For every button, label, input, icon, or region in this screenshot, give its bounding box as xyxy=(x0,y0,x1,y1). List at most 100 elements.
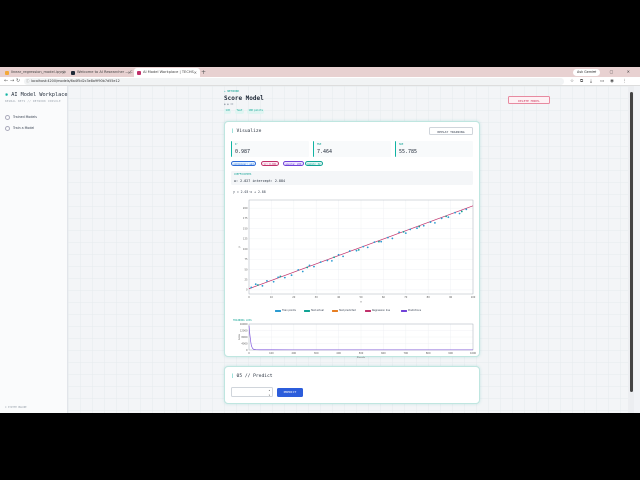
sidebar-item-trained-models[interactable]: Trained Models xyxy=(5,113,37,121)
x-tick-label: 0 xyxy=(248,352,250,355)
x-axis-label: x xyxy=(360,301,362,304)
sidebar-item-label: Train a Model xyxy=(13,126,35,130)
legend-predictions[interactable]: Predictions xyxy=(401,309,421,313)
close-tab-icon[interactable]: ✕ xyxy=(62,68,65,77)
brand-asterisk-icon: ✱ xyxy=(5,92,9,98)
data-point xyxy=(250,286,253,289)
x-tick-label: 400 xyxy=(336,352,341,355)
page-scrollbar[interactable] xyxy=(628,86,634,413)
predict-card: | 05 // Predict ▴ ▾ PREDICT xyxy=(224,366,480,404)
model-tag: 1d3 xyxy=(224,109,232,114)
y-tick-label: 8000 xyxy=(241,336,248,339)
site-favicon-icon xyxy=(71,70,75,75)
data-point xyxy=(429,221,432,223)
data-point xyxy=(447,216,450,219)
download-icon[interactable]: ⤓ xyxy=(590,77,592,86)
browser-tab-active[interactable]: AI Model Workplace | TECHS ✕ xyxy=(134,68,200,77)
replay-training-button[interactable]: REPLAY TRAINING xyxy=(429,127,473,135)
x-tick-label: 200 xyxy=(292,352,297,355)
x-tick-label: 100 xyxy=(471,296,476,299)
data-point xyxy=(330,259,333,262)
data-point xyxy=(337,253,340,256)
tab-title: AI Model Workplace | TECHS xyxy=(143,70,194,74)
tab-title: Welcome to AI Researcher — C xyxy=(77,70,133,74)
browser-toolbar: ← → ↻ ⓘ localhost:4200/models/6a4f5d2c3e… xyxy=(0,77,640,86)
data-point xyxy=(465,208,468,211)
y-tick-label: 16000 xyxy=(240,323,248,326)
data-point xyxy=(454,211,456,214)
predict-button[interactable]: PREDICT xyxy=(277,387,303,397)
x-tick-label: 20 xyxy=(292,296,296,299)
x-tick-label: 500 xyxy=(359,352,364,355)
data-point xyxy=(257,284,259,286)
close-tab-icon[interactable]: ✕ xyxy=(128,68,131,77)
data-point xyxy=(272,280,275,283)
visualize-card: | Visualize REPLAY TRAINING R² 0.987 MSE… xyxy=(224,121,480,359)
model-tag: Test xyxy=(235,109,244,114)
y-tick-label: 4000 xyxy=(241,342,248,345)
y-tick-label: 200 xyxy=(243,207,248,210)
delete-model-button[interactable]: DELETE MODEL xyxy=(508,96,550,104)
profile-icon[interactable]: ◉ xyxy=(610,77,614,86)
metric-mse: MSE 7.464 xyxy=(313,141,391,157)
forward-arrow-icon[interactable]: → xyxy=(10,77,14,86)
data-point xyxy=(398,231,400,234)
x-tick-label: 100 xyxy=(269,352,274,355)
data-point xyxy=(290,274,293,277)
data-point xyxy=(440,217,443,220)
legend-test-predicted[interactable]: Test predicted xyxy=(332,309,356,313)
x-tick-label: 80 xyxy=(427,296,431,299)
page-title: Score Model xyxy=(224,95,264,102)
back-to-network-link[interactable]: ← NETWORK xyxy=(224,89,239,93)
x-tick-label: 700 xyxy=(404,352,409,355)
x-tick-label: 40 xyxy=(337,296,341,299)
scrollbar-thumb[interactable] xyxy=(629,92,633,392)
y-tick-label: 0 xyxy=(246,289,248,292)
scatter-chart: 0 10 20 30 40 50 60 70 80 90 100 0 25 50 75 100 125 150 17… xyxy=(238,199,476,304)
sidebar-item-label: Trained Models xyxy=(13,115,37,119)
data-point xyxy=(366,246,369,249)
legend-test-actual[interactable]: Test actual xyxy=(304,309,324,313)
config-chip: epochs: 200 xyxy=(283,161,304,166)
data-point xyxy=(386,236,389,239)
x-tick-label: 70 xyxy=(404,296,408,299)
data-point xyxy=(422,224,425,227)
site-info-icon[interactable]: ⓘ xyxy=(26,78,29,85)
sidebar-item-train-model[interactable]: Train a Model xyxy=(5,124,34,132)
x-tick-label: 30 xyxy=(315,296,319,299)
coefficients-box: COEFFICIENTS w: 2.027 intercept: 2.884 xyxy=(231,171,473,185)
legend-regression-line[interactable]: Regression line xyxy=(365,309,390,313)
close-tab-icon[interactable]: ✕ xyxy=(194,68,197,77)
data-point xyxy=(266,280,268,282)
brand-subtitle: NEURAL NETS // NETWORK CONSOLE xyxy=(5,100,61,103)
x-tick-label: 50 xyxy=(359,296,363,299)
stepper-icon[interactable]: ▴ ▾ xyxy=(269,388,270,398)
data-point xyxy=(434,221,436,224)
data-point xyxy=(279,275,282,278)
menu-icon[interactable]: ⋮ xyxy=(622,77,627,86)
back-arrow-icon[interactable]: ← xyxy=(4,77,8,86)
brand[interactable]: ✱ AI Model Workplace xyxy=(5,92,67,98)
browser-tab[interactable]: linear_regression_model.ipynb ✕ xyxy=(2,68,68,77)
new-tab-button[interactable]: + xyxy=(201,68,206,77)
data-point xyxy=(319,261,322,264)
browser-tab[interactable]: Welcome to AI Researcher — C ✕ xyxy=(68,68,134,77)
reload-icon[interactable]: ↻ xyxy=(16,77,20,86)
star-icon[interactable]: ☆ xyxy=(570,77,574,86)
extensions-icon[interactable]: ⧉ xyxy=(580,77,583,86)
visualize-title: | Visualize xyxy=(231,129,262,134)
x-tick-label: 60 xyxy=(382,296,386,299)
window-controls[interactable]: — ▢ ✕ xyxy=(592,67,636,77)
data-point xyxy=(355,249,358,252)
address-bar[interactable]: ⓘ localhost:4200/models/6a4f5d2c3e8a9f90… xyxy=(24,78,564,85)
split-view-icon[interactable]: ▭ xyxy=(600,77,604,86)
predict-input[interactable]: ▴ ▾ xyxy=(231,387,273,397)
x-tick-label: 90 xyxy=(449,296,453,299)
y-tick-label: 25 xyxy=(244,278,248,281)
metric-r2: R² 0.987 xyxy=(231,141,309,157)
y-tick-label: 100 xyxy=(243,248,248,251)
config-chip: batch: 32 xyxy=(305,161,323,166)
legend-train-points[interactable]: Train points xyxy=(275,309,296,313)
data-point xyxy=(348,250,351,252)
x-axis-label: Epoch xyxy=(357,356,365,359)
